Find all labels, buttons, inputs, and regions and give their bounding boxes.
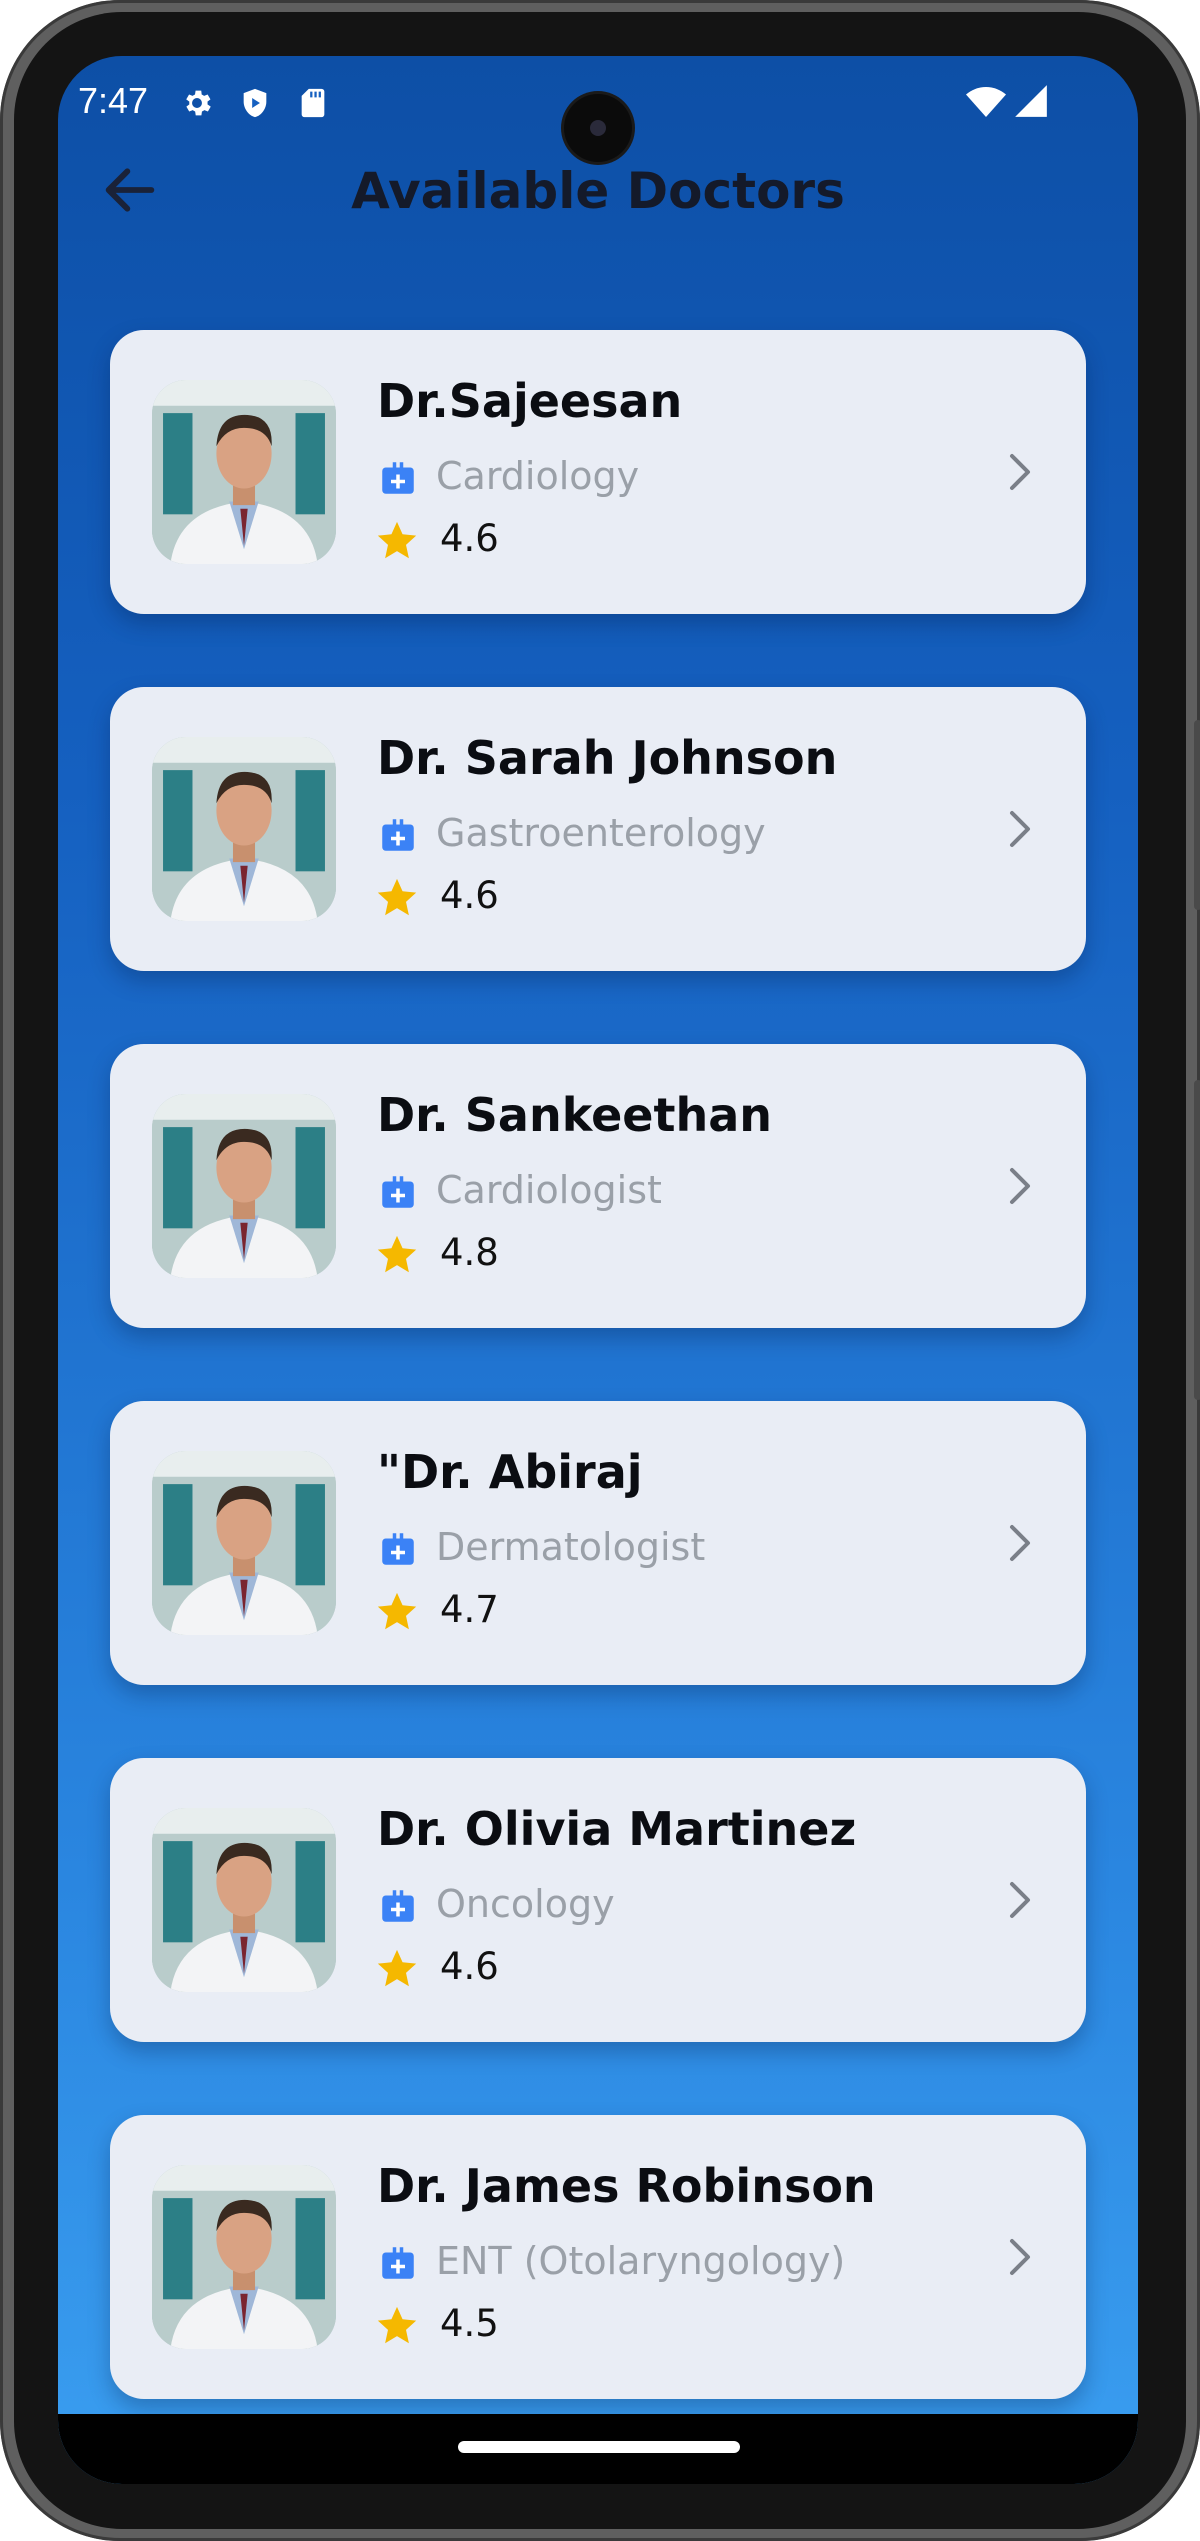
volume-button [1194, 1080, 1200, 1400]
chevron-right-icon [994, 448, 1042, 496]
doctor-rating: 4.7 [440, 1588, 499, 1631]
doctor-photo [152, 737, 336, 921]
medical-bag-icon [377, 457, 419, 499]
doctor-list: Dr.Sajeesan Cardiology 4.6 Dr. Sarah Joh… [110, 330, 1086, 2472]
star-icon [374, 2303, 420, 2349]
chevron-right-icon [994, 1519, 1042, 1567]
chevron-right-icon [994, 1162, 1042, 1210]
medical-bag-icon [377, 1885, 419, 1927]
doctor-name: "Dr. Abiraj [377, 1445, 643, 1499]
doctor-specialty: Cardiologist [436, 1168, 662, 1212]
medical-bag-icon [377, 1528, 419, 1570]
doctor-name: Dr. Sarah Johnson [377, 731, 838, 785]
doctor-rating: 4.6 [440, 517, 499, 560]
doctor-card[interactable]: Dr. Sankeethan Cardiologist 4.8 [110, 1044, 1086, 1328]
doctor-specialty: ENT (Otolaryngology) [436, 2239, 846, 2283]
doctor-name: Dr. Olivia Martinez [377, 1802, 857, 1856]
status-time: 7:47 [78, 80, 149, 121]
doctor-photo [152, 1808, 336, 1992]
chevron-right-icon [994, 1876, 1042, 1924]
wifi-icon [966, 82, 1006, 122]
page-title: Available Doctors [351, 162, 845, 220]
star-icon [374, 1232, 420, 1278]
shield-icon [238, 86, 272, 120]
doctor-card[interactable]: Dr.Sajeesan Cardiology 4.6 [110, 330, 1086, 614]
doctor-name: Dr. Sankeethan [377, 1088, 772, 1142]
doctor-card[interactable]: Dr. Olivia Martinez Oncology 4.6 [110, 1758, 1086, 2042]
doctor-avatar [152, 737, 336, 921]
system-nav-bar [58, 2414, 1138, 2484]
medical-bag-icon [377, 814, 419, 856]
doctor-avatar [152, 1094, 336, 1278]
doctor-card[interactable]: "Dr. Abiraj Dermatologist 4.7 [110, 1401, 1086, 1685]
doctor-name: Dr. James Robinson [377, 2159, 876, 2213]
sd-card-icon [296, 86, 330, 120]
star-icon [374, 518, 420, 564]
chevron-right-icon [994, 805, 1042, 853]
doctor-avatar [152, 380, 336, 564]
signal-icon [1012, 82, 1050, 120]
star-icon [374, 1589, 420, 1635]
doctor-specialty: Oncology [436, 1882, 615, 1926]
doctor-photo [152, 1094, 336, 1278]
doctor-photo [152, 2165, 336, 2349]
doctor-rating: 4.6 [440, 1945, 499, 1988]
doctor-avatar [152, 2165, 336, 2349]
front-camera [564, 94, 632, 162]
doctor-avatar [152, 1451, 336, 1635]
doctor-specialty: Cardiology [436, 454, 640, 498]
doctor-name: Dr.Sajeesan [377, 374, 683, 428]
doctor-card[interactable]: Dr. Sarah Johnson Gastroenterology 4.6 [110, 687, 1086, 971]
doctor-specialty: Gastroenterology [436, 811, 766, 855]
doctor-photo [152, 1451, 336, 1635]
doctor-specialty: Dermatologist [436, 1525, 706, 1569]
medical-bag-icon [377, 2242, 419, 2284]
doctor-avatar [152, 1808, 336, 1992]
doctor-rating: 4.8 [440, 1231, 499, 1274]
medical-bag-icon [377, 1171, 419, 1213]
power-button [1194, 720, 1200, 910]
star-icon [374, 1946, 420, 1992]
app-screen: 7:47 Available Doctors Dr.Sajeesan Cardi… [58, 56, 1138, 2484]
gear-icon [180, 86, 214, 120]
home-gesture-bar[interactable] [458, 2441, 740, 2453]
doctor-rating: 4.5 [440, 2302, 499, 2345]
doctor-rating: 4.6 [440, 874, 499, 917]
doctor-photo [152, 380, 336, 564]
star-icon [374, 875, 420, 921]
doctor-card[interactable]: Dr. James Robinson ENT (Otolaryngology) … [110, 2115, 1086, 2399]
chevron-right-icon [994, 2233, 1042, 2281]
